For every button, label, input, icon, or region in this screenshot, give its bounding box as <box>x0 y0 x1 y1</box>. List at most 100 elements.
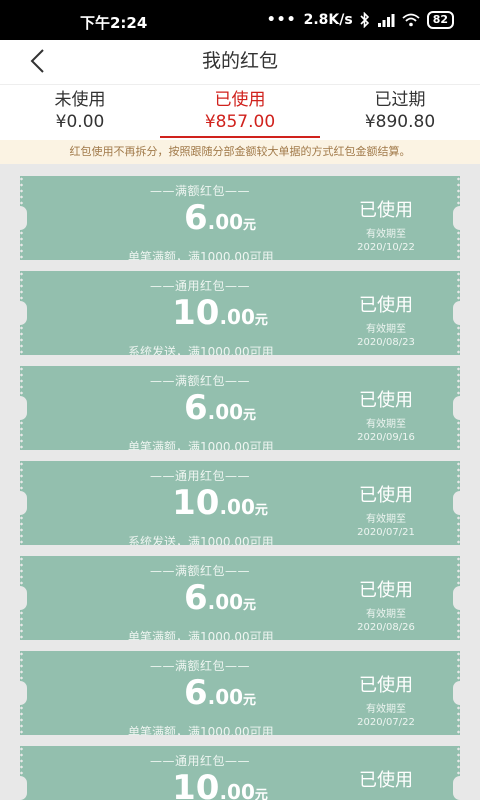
packet-status: 已使用 <box>359 580 413 601</box>
valid-label: 有效期至 <box>366 514 406 525</box>
packet-type: ——满额红包—— <box>150 659 251 673</box>
tab-active-indicator <box>160 136 320 138</box>
amount-decimal: .00 <box>207 590 244 614</box>
tab-used[interactable]: 已使用 ¥857.00 <box>160 85 320 140</box>
packet-status: 已使用 <box>359 485 413 506</box>
card-notch <box>20 491 27 515</box>
amount-decimal: .00 <box>207 685 244 709</box>
red-packet-card[interactable]: ——满额红包—— 6.00元 单笔满额，满1000.00可用 已使用 有效期至 2… <box>20 651 460 735</box>
battery-icon: 82 <box>426 11 454 29</box>
amount-unit: 元 <box>254 503 268 518</box>
packet-amount: 6.00元 <box>150 388 290 428</box>
tab-label: 已使用 <box>214 90 266 110</box>
packet-validity: 有效期至 2020/10/22 <box>340 228 432 254</box>
tab-amount: ¥857.00 <box>204 112 276 132</box>
valid-date: 2020/10/22 <box>357 242 415 253</box>
card-notch <box>453 681 460 705</box>
card-notch <box>453 396 460 420</box>
packet-validity: 有效期至 2020/08/26 <box>340 608 432 634</box>
amount-integer: 6 <box>183 388 208 428</box>
wifi-icon <box>402 13 420 27</box>
packet-status: 已使用 <box>359 675 413 696</box>
packet-amount: 6.00元 <box>150 578 290 618</box>
amount-unit: 元 <box>254 313 268 328</box>
packet-status: 已使用 <box>359 390 413 411</box>
red-packet-card[interactable]: ——满额红包—— 6.00元 单笔满额，满1000.00可用 已使用 有效期至 2… <box>20 366 460 450</box>
amount-decimal: .00 <box>219 495 255 519</box>
packet-status: 已使用 <box>359 295 413 316</box>
status-time: 下午2:24 <box>80 14 148 32</box>
amount-unit: 元 <box>243 693 257 708</box>
notice-banner: 红包使用不再拆分，按照跟随分部金额较大单据的方式红包金额结算。 <box>0 140 480 164</box>
valid-date: 2020/07/21 <box>357 527 415 538</box>
red-packet-card[interactable]: ——通用红包—— 10.00元 系统发送，满1000.00可用 已使用 有效期至… <box>20 461 460 545</box>
amount-unit: 元 <box>243 218 257 233</box>
packet-amount: 10.00元 <box>150 293 290 333</box>
amount-integer: 10 <box>172 293 220 333</box>
tab-amount: ¥0.00 <box>55 112 105 132</box>
red-packet-card[interactable]: ——通用红包—— 10.00元 系统发送，满1000.00可用 已使用 有效期至… <box>20 271 460 355</box>
packet-validity: 有效期至 2020/07/21 <box>340 513 432 539</box>
tab-label: 已过期 <box>374 90 426 110</box>
card-notch <box>20 586 27 610</box>
packet-type: ——通用红包—— <box>150 279 251 293</box>
amount-unit: 元 <box>254 788 268 800</box>
packet-status: 已使用 <box>359 200 413 221</box>
tab-label: 未使用 <box>54 90 106 110</box>
valid-date: 2020/08/26 <box>357 622 415 633</box>
packet-type: ——满额红包—— <box>150 374 251 388</box>
card-notch <box>20 776 27 800</box>
tab-bar: 未使用 ¥0.00 已使用 ¥857.00 已过期 ¥890.80 <box>0 84 480 140</box>
packet-amount: 10.00元 <box>150 768 290 800</box>
packet-type: ——满额红包—— <box>150 184 251 198</box>
packet-type: ——满额红包—— <box>150 564 251 578</box>
valid-label: 有效期至 <box>366 229 406 240</box>
packet-type: ——通用红包—— <box>150 754 251 768</box>
packet-condition: 单笔满额，满1000.00可用 <box>128 725 274 735</box>
tab-expired[interactable]: 已过期 ¥890.80 <box>320 85 480 140</box>
amount-decimal: .00 <box>207 210 244 234</box>
status-bar: 下午2:24 ••• 2.8K/s 82 <box>0 0 480 40</box>
card-notch <box>453 776 460 800</box>
card-notch <box>20 206 27 230</box>
packet-condition: 系统发送，满1000.00可用 <box>128 535 274 545</box>
valid-label: 有效期至 <box>366 609 406 620</box>
packet-amount: 6.00元 <box>150 198 290 238</box>
network-speed: 2.8K/s <box>303 12 353 28</box>
page-title: 我的红包 <box>201 50 278 72</box>
valid-date: 2020/07/22 <box>357 717 415 728</box>
bluetooth-icon <box>360 12 369 28</box>
card-notch <box>453 301 460 325</box>
packet-condition: 单笔满额，满1000.00可用 <box>128 440 274 450</box>
red-packet-card[interactable]: ——满额红包—— 6.00元 单笔满额，满1000.00可用 已使用 有效期至 2… <box>20 176 460 260</box>
tab-amount: ¥890.80 <box>364 112 436 132</box>
nav-bar: 我的红包 <box>0 40 480 84</box>
valid-date: 2020/09/16 <box>357 432 415 443</box>
red-packet-card[interactable]: ——满额红包—— 6.00元 单笔满额，满1000.00可用 已使用 有效期至 2… <box>20 556 460 640</box>
amount-decimal: .00 <box>207 400 244 424</box>
packet-validity: 有效期至 2020/08/23 <box>340 323 432 349</box>
card-notch <box>20 681 27 705</box>
valid-label: 有效期至 <box>366 704 406 715</box>
packet-condition: 单笔满额，满1000.00可用 <box>128 250 274 260</box>
card-notch <box>20 301 27 325</box>
card-notch <box>453 491 460 515</box>
packet-type: ——通用红包—— <box>150 469 251 483</box>
tab-unused[interactable]: 未使用 ¥0.00 <box>0 85 160 140</box>
amount-unit: 元 <box>243 408 257 423</box>
amount-integer: 10 <box>172 768 220 800</box>
red-packet-card[interactable]: ——通用红包—— 10.00元 已使用 <box>20 746 460 800</box>
amount-integer: 6 <box>183 673 208 713</box>
amount-integer: 6 <box>183 578 208 618</box>
amount-integer: 6 <box>183 198 208 238</box>
signal-icon <box>377 14 395 27</box>
amount-decimal: .00 <box>219 305 255 329</box>
card-notch <box>20 396 27 420</box>
valid-label: 有效期至 <box>366 324 406 335</box>
packet-status: 已使用 <box>359 770 413 791</box>
status-dots: ••• <box>266 12 297 28</box>
packet-validity: 有效期至 2020/09/16 <box>340 418 432 444</box>
status-indicators: ••• 2.8K/s 82 <box>267 11 454 29</box>
red-packet-list[interactable]: ——满额红包—— 6.00元 单笔满额，满1000.00可用 已使用 有效期至 2… <box>0 164 480 800</box>
valid-date: 2020/08/23 <box>357 337 415 348</box>
